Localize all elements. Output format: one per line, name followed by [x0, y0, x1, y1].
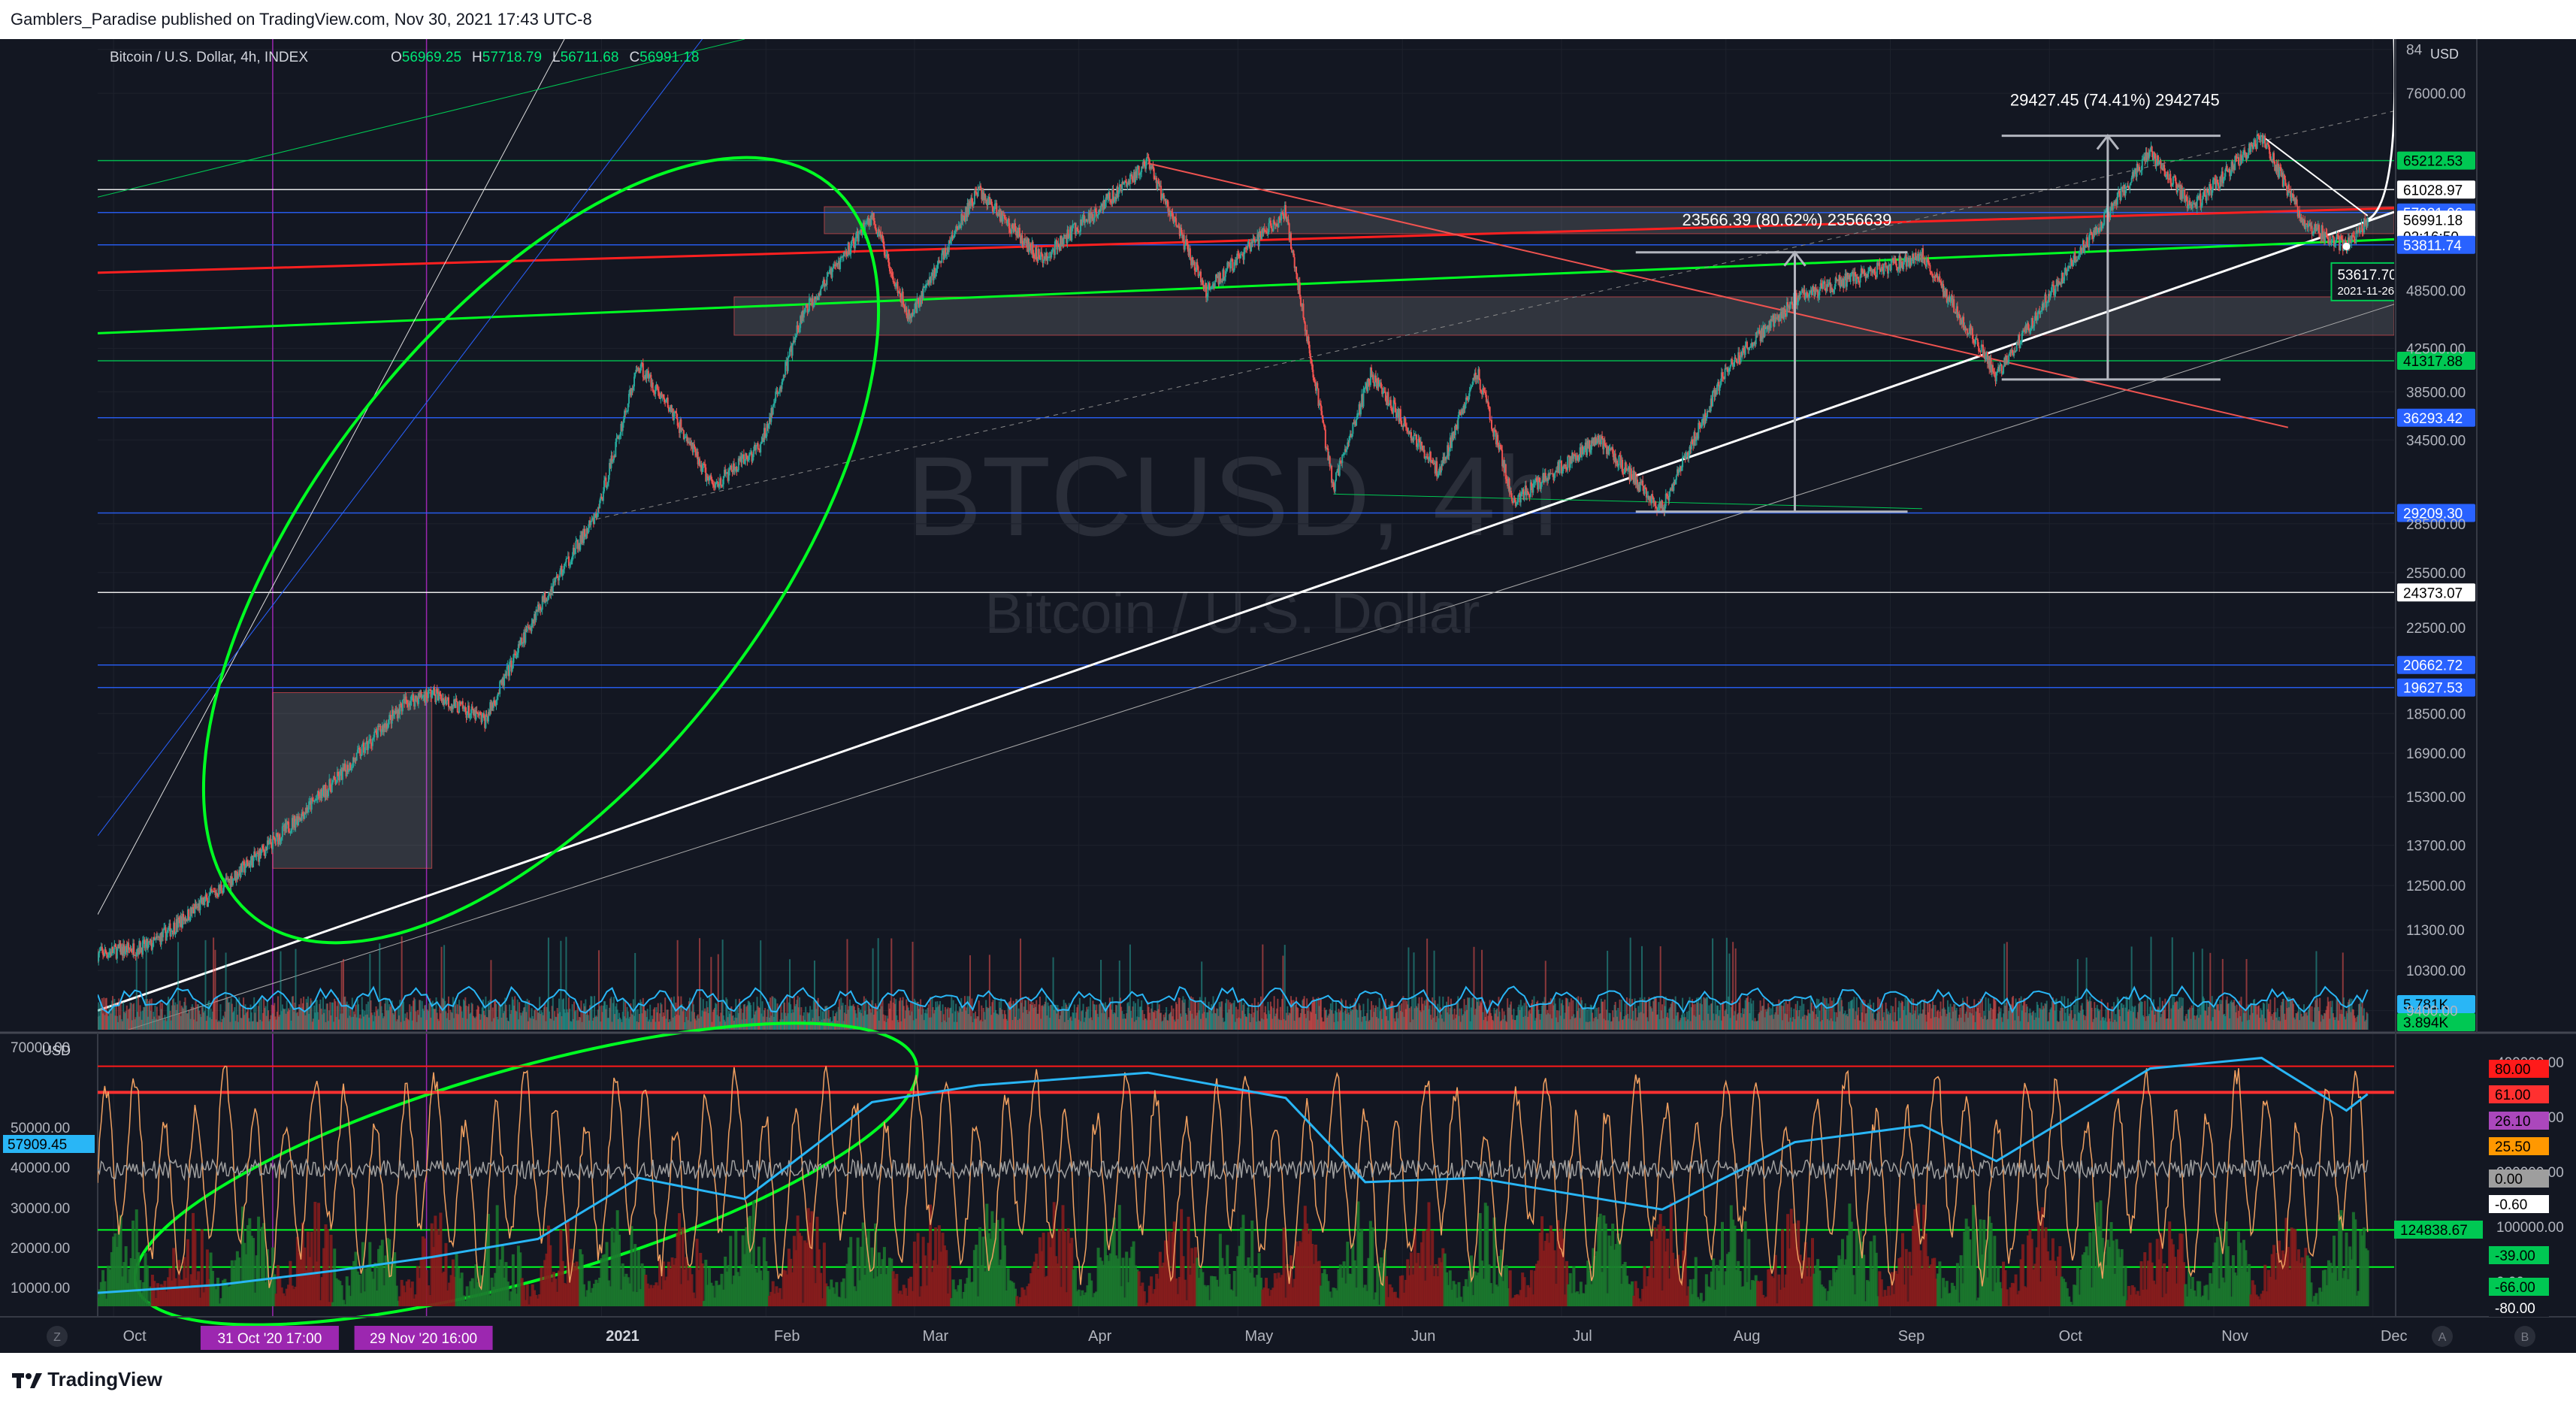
volume-bar	[2006, 942, 2008, 1030]
candle-body	[820, 289, 822, 296]
candle-body	[972, 204, 975, 206]
candle-body	[1084, 220, 1086, 223]
zone-box	[272, 692, 433, 869]
candle-body	[373, 731, 376, 738]
publish-bar: Gamblers_Paradise published on TradingVi…	[0, 0, 2576, 39]
volume-bar	[2245, 958, 2248, 1030]
volume-bar	[877, 938, 879, 1030]
candle-body	[558, 577, 561, 581]
candle-body	[720, 478, 722, 486]
volume-bar	[912, 942, 914, 1030]
candle-body	[237, 875, 240, 879]
candle-body	[1077, 228, 1079, 231]
candle-body	[922, 286, 924, 299]
volume-bar	[1262, 944, 1264, 1030]
candle-body	[851, 241, 853, 247]
candle-body	[499, 681, 501, 694]
candle-body	[455, 698, 458, 702]
candle-body	[590, 522, 592, 525]
candle-body	[133, 943, 135, 956]
volume-bar	[1629, 937, 1631, 1030]
candle-body	[207, 903, 210, 907]
candle-body	[344, 763, 346, 770]
candle-body	[456, 701, 458, 713]
candle-body	[757, 443, 759, 449]
candle-body	[991, 204, 993, 207]
volume-bar	[1734, 948, 1737, 1030]
candle-body	[401, 700, 404, 712]
volume-bar	[2366, 1013, 2369, 1030]
chart-frame[interactable]: BTCUSD, 4h Bitcoin / U.S. Dollar 23566.3…	[0, 39, 2576, 1353]
candle-body	[208, 895, 210, 903]
candle-body	[446, 700, 448, 705]
candle-body	[281, 826, 283, 837]
volume-bar	[710, 957, 712, 1030]
candle-body	[760, 443, 762, 452]
candle-body	[244, 867, 246, 873]
left-axis-area	[0, 39, 96, 1353]
candle-body	[857, 233, 860, 242]
volume-bar	[204, 940, 207, 1030]
candle-body	[565, 558, 567, 563]
volume-bar	[1607, 950, 1609, 1030]
volume-bar	[490, 960, 492, 1030]
candle-body	[162, 930, 165, 938]
candle-body	[892, 276, 894, 283]
volume-bar	[890, 938, 893, 1030]
candle-body	[642, 363, 644, 377]
publish-info: Gamblers_Paradise published on TradingVi…	[11, 10, 592, 29]
candle-body	[1072, 224, 1075, 225]
candle-body	[826, 277, 828, 285]
candle-body	[787, 356, 789, 371]
candle-body	[913, 308, 915, 314]
volume-bar	[214, 949, 216, 1030]
candle-body	[575, 540, 577, 549]
candle-body	[603, 480, 606, 492]
candle-body	[434, 687, 436, 696]
chart-canvas[interactable]: BTCUSD, 4h Bitcoin / U.S. Dollar 23566.3…	[0, 39, 2576, 1353]
candle-body	[328, 789, 330, 797]
zone-box	[733, 296, 2394, 336]
candle-body	[1136, 168, 1138, 178]
candle-body	[361, 745, 363, 755]
volume-bar	[2209, 952, 2212, 1030]
volume-bar	[1283, 945, 1286, 1030]
watermark-symbol: BTCUSD, 4h	[907, 433, 1559, 559]
candle-body	[873, 220, 875, 225]
candle-body	[752, 449, 754, 458]
candle-body	[98, 950, 101, 954]
candle-body	[447, 697, 449, 707]
candle-body	[791, 343, 794, 356]
candle-body	[1087, 220, 1089, 222]
candle-body	[930, 276, 933, 283]
candle-body	[546, 600, 549, 601]
candle-body	[485, 714, 488, 716]
candle-body	[220, 885, 222, 891]
candle-body	[1002, 214, 1004, 222]
candle-body	[355, 752, 358, 761]
watermark-name: Bitcoin / U.S. Dollar	[985, 582, 1480, 646]
